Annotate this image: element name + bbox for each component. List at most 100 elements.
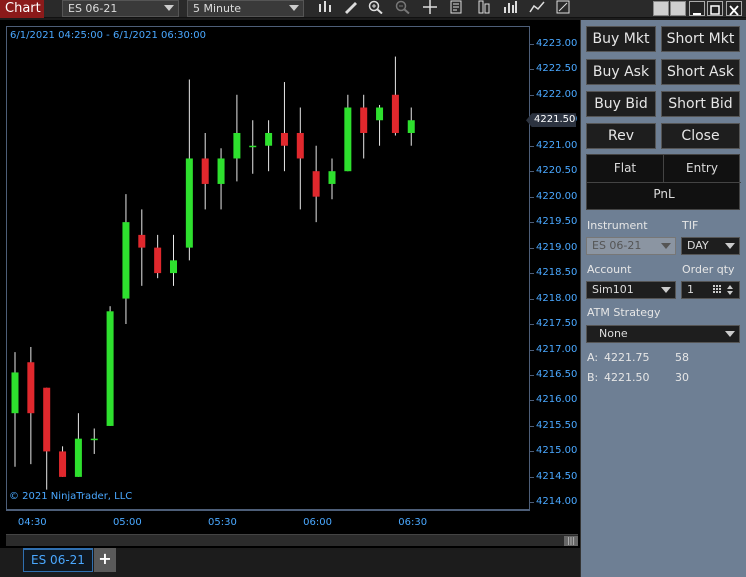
chart-trader-icon[interactable] <box>527 0 547 18</box>
price-axis-tick: 4218.00 <box>529 292 578 304</box>
price-axis-tick: 4222.50 <box>529 63 578 75</box>
instrument-label: Instrument <box>587 219 648 232</box>
time-axis-tick: 04:30 <box>17 517 47 528</box>
link-window-button[interactable] <box>653 1 669 16</box>
chart-scrollbar[interactable]: ||| <box>6 534 578 546</box>
scrollbar-thumb[interactable]: ||| <box>564 536 578 546</box>
interval-selector[interactable]: 5 Minute <box>187 0 304 17</box>
order-qty-label: Order qty <box>682 263 735 276</box>
time-axis-tick: 05:00 <box>112 517 142 528</box>
short-mkt-button[interactable]: Short Mkt <box>661 26 740 52</box>
candle-down <box>391 94 399 133</box>
bid-price: 4221.50 <box>604 371 650 384</box>
price-axis-tick: 4222.00 <box>529 88 578 100</box>
short-bid-button[interactable]: Short Bid <box>661 91 740 117</box>
instrument-selector-value: ES 06-21 <box>68 2 118 15</box>
candle-up <box>170 260 177 274</box>
candle-down <box>280 132 288 146</box>
candle-down <box>138 234 146 248</box>
candle-down <box>296 132 304 159</box>
short-ask-button[interactable]: Short Ask <box>661 59 740 85</box>
price-axis-tick: 4216.00 <box>529 394 578 406</box>
divider <box>587 182 741 183</box>
chevron-down-icon <box>164 5 174 11</box>
price-axis-tick: 4217.50 <box>529 318 578 330</box>
buy-ask-button[interactable]: Buy Ask <box>586 59 656 85</box>
chevron-down-icon <box>661 243 671 249</box>
current-price-marker: 4221.50 <box>526 113 576 128</box>
price-axis-tick: 4219.50 <box>529 216 578 228</box>
chart-trader-panel: Buy Mkt Short Mkt Buy Ask Short Ask Buy … <box>580 20 746 577</box>
quantity-stepper[interactable] <box>712 283 738 297</box>
close-window-button[interactable] <box>726 1 742 16</box>
options-window-button[interactable] <box>670 1 686 16</box>
candle-up <box>376 107 384 121</box>
crosshair-icon[interactable] <box>420 0 440 18</box>
candle-up <box>344 107 352 172</box>
properties-icon[interactable] <box>447 0 467 18</box>
candle-up <box>265 132 273 146</box>
candle-down <box>312 171 320 197</box>
chart-panel[interactable]: 6/1/2021 04:25:00 - 6/1/2021 06:30:00 © … <box>0 20 580 548</box>
chevron-down-icon <box>289 5 299 11</box>
time-axis-tick: 06:00 <box>303 517 332 528</box>
account-label: Account <box>587 263 632 276</box>
zoom-in-icon[interactable] <box>366 0 386 18</box>
ask-price: 4221.75 <box>604 351 650 364</box>
copyright-text: © 2021 NinjaTrader, LLC <box>9 491 133 502</box>
price-axis-tick: 4214.00 <box>529 496 578 508</box>
indicators-icon[interactable] <box>500 0 520 18</box>
time-axis-tick: 05:30 <box>208 517 237 528</box>
order-qty-value: 1 <box>687 283 694 296</box>
ask-label: A: <box>587 351 599 364</box>
price-axis-tick: 4215.00 <box>529 445 578 457</box>
candle-up <box>233 132 241 159</box>
instrument-selector[interactable]: ES 06-21 <box>62 0 179 17</box>
price-axis[interactable]: 4223.00 4222.50 4222.00 4221.50 4221.00 4220.… <box>529 20 580 520</box>
chart-toolbar: Chart ES 06-21 5 Minute <box>0 0 746 18</box>
interval-selector-value: 5 Minute <box>193 2 242 15</box>
account-select[interactable]: Sim101 <box>586 281 676 299</box>
strategies-icon[interactable] <box>474 0 494 18</box>
chevron-down-icon <box>725 331 735 337</box>
minimize-button[interactable] <box>689 1 705 16</box>
close-position-button[interactable]: Close <box>661 123 740 149</box>
zoom-out-icon[interactable] <box>393 0 413 18</box>
candle-down <box>27 362 35 414</box>
candle-down <box>154 247 162 274</box>
candle-up <box>407 120 415 133</box>
candle-up <box>185 158 193 248</box>
maximize-icon <box>710 5 720 15</box>
candle-up <box>11 372 19 414</box>
bars-type-icon[interactable] <box>315 0 335 18</box>
price-axis-tick: 4220.00 <box>529 190 578 202</box>
time-axis[interactable]: 04:30 05:00 05:30 06:00 06:30 <box>6 510 530 532</box>
tif-select-value: DAY <box>687 239 709 252</box>
ask-size: 58 <box>675 351 689 364</box>
tab-es-06-21[interactable]: ES 06-21 <box>23 548 93 572</box>
bid-label: B: <box>587 371 599 384</box>
maximize-button[interactable] <box>707 1 723 16</box>
chevron-down-icon <box>725 243 735 249</box>
candle-up <box>217 158 225 184</box>
add-tab-button[interactable]: + <box>94 548 116 572</box>
price-axis-tick: 4215.50 <box>529 419 578 431</box>
pnl-display: PnL <box>653 187 675 201</box>
position-flat: Flat <box>613 161 637 175</box>
price-axis-tick: 4214.50 <box>529 470 578 482</box>
snapshot-icon[interactable] <box>553 0 573 18</box>
order-qty-input[interactable]: 1 <box>681 281 740 299</box>
buy-mkt-button[interactable]: Buy Mkt <box>586 26 656 52</box>
tif-label: TIF <box>682 219 699 232</box>
drawing-tool-icon[interactable] <box>341 0 361 18</box>
chart-window-tab[interactable]: Chart <box>0 0 44 18</box>
tif-select[interactable]: DAY <box>681 237 740 255</box>
buy-bid-button[interactable]: Buy Bid <box>586 91 656 117</box>
instrument-select: ES 06-21 <box>586 237 676 255</box>
candle-up <box>106 311 114 426</box>
instrument-select-value: ES 06-21 <box>592 239 642 252</box>
bid-size: 30 <box>675 371 689 384</box>
reverse-button[interactable]: Rev <box>586 123 656 149</box>
price-axis-tick: 4223.00 <box>529 37 578 49</box>
atm-strategy-select[interactable]: None <box>586 325 740 343</box>
